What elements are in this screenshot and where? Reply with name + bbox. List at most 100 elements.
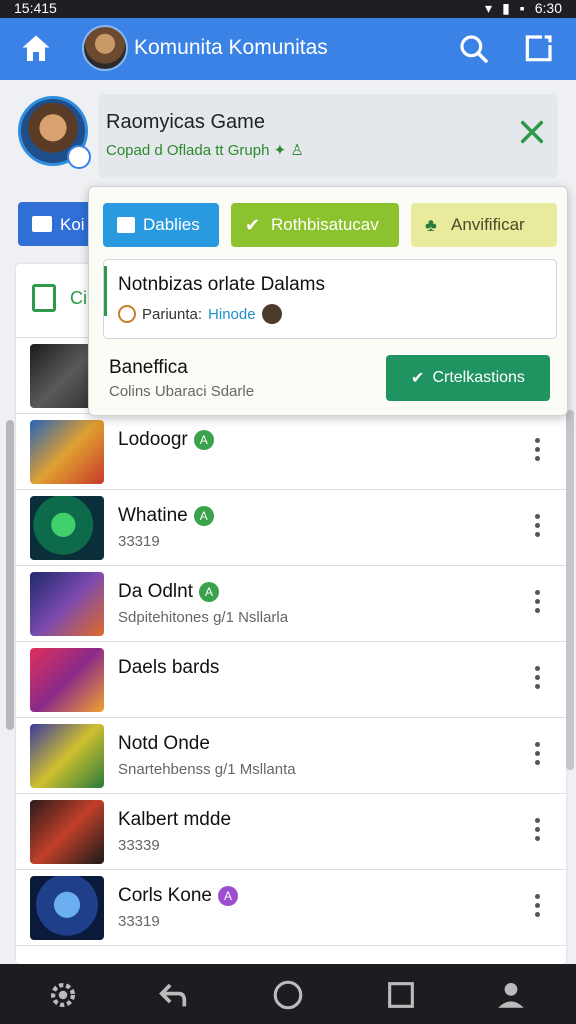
chip-label: Rothbisatucav (271, 215, 379, 234)
check-icon: ✔ (411, 370, 425, 387)
game-subtitle: 33319 (118, 913, 160, 930)
verified-badge-icon: A (198, 582, 219, 602)
status-clock: 6:30 (534, 0, 562, 16)
list-item[interactable]: Da Odlnt A Sdpitehitones g/1 Nsllarla (16, 566, 566, 642)
game-title: Corls Kone A (118, 885, 238, 907)
status-time: 15:415 (14, 0, 57, 16)
game-title: Da Odlnt A (118, 581, 219, 603)
game-thumbnail (30, 572, 104, 636)
battery-icon: ▪ (519, 0, 525, 16)
game-name: Notd Onde (118, 733, 210, 754)
wifi-icon: ▾ (485, 0, 493, 16)
confirm-label: Crtelkastions (432, 369, 525, 386)
footer-subtitle: Colins Ubaraci Sdarle (109, 383, 255, 400)
game-thumbnail (30, 876, 104, 940)
list-item[interactable]: Corls Kone A 33319 (16, 870, 566, 946)
bottom-nav (0, 964, 576, 1024)
game-title: Kalbert mdde (118, 809, 231, 831)
community-avatar[interactable] (82, 25, 128, 71)
signal-icon: ▮ (502, 0, 510, 16)
game-subtitle: Snartehbenss g/1 Msllanta (118, 761, 296, 778)
list-header-label: Ci (70, 288, 87, 308)
game-title: Whatine A (118, 505, 214, 527)
meta-highlight[interactable]: Hinode (208, 306, 256, 323)
more-options-icon[interactable] (534, 590, 542, 616)
chip-label: Anvifificar (451, 215, 525, 234)
more-options-icon[interactable] (534, 818, 542, 844)
verified-badge-icon: A (193, 430, 214, 450)
game-name: Lodoogr (118, 429, 188, 450)
profile-card[interactable]: Raomyicas Game Copad d Oflada tt Gruph ✦… (98, 94, 558, 178)
list-item[interactable]: Whatine A 33319 (16, 490, 566, 566)
notification-card[interactable]: Notnbizas orlate Dalams Pariunta: Hinode (103, 259, 557, 339)
status-bar: 15:415 ▾ ▮ ▪ 6:30 (0, 0, 576, 18)
game-name: Whatine (118, 505, 188, 526)
list-item[interactable]: Lodoogr A (16, 414, 566, 490)
game-thumbnail (30, 800, 104, 864)
list-item[interactable]: Daels bards (16, 642, 566, 718)
game-subtitle: Sdpitehitones g/1 Nsllarla (118, 609, 289, 626)
left-scrollbar[interactable] (6, 420, 14, 730)
clock-badge-icon (67, 145, 91, 169)
back-icon[interactable] (156, 978, 190, 1012)
game-thumbnail (30, 648, 104, 712)
footer-title: Baneffica (109, 357, 188, 378)
card-icon (117, 217, 135, 233)
verified-badge-icon: A (193, 506, 214, 526)
action-popup: Dablies ✔ Rothbisatucav ♣ Anvifificar No… (88, 186, 568, 416)
mail-icon (32, 216, 52, 232)
more-options-icon[interactable] (534, 514, 542, 540)
profile-avatar[interactable] (18, 96, 91, 169)
app-title: Komunita Komunitas (134, 36, 328, 59)
game-subtitle: 33339 (118, 837, 160, 854)
app-bar: Komunita Komunitas (0, 18, 576, 80)
profile-name: Raomyicas Game (106, 111, 265, 133)
game-thumbnail (30, 724, 104, 788)
chip-label: Dablies (143, 215, 200, 234)
system-indicators: ▾ ▮ ▪ 6:30 (485, 0, 562, 16)
game-name: Da Odlnt (118, 581, 193, 602)
chip-dablies[interactable]: Dablies (103, 203, 219, 247)
side-action-label: Koi (60, 215, 85, 234)
verified-badge-icon: A (218, 886, 238, 906)
game-title: Daels bards (118, 657, 219, 679)
bag-icon (32, 284, 56, 312)
more-options-icon[interactable] (534, 894, 542, 920)
profile-subtitle: Copad d Oflada tt Gruph ✦ ♙ (106, 141, 304, 159)
game-title: Lodoogr A (118, 429, 214, 451)
more-options-icon[interactable] (534, 438, 542, 464)
confirm-button[interactable]: ✔ Crtelkastions (386, 355, 550, 401)
profile-icon[interactable] (494, 978, 528, 1012)
home-circle-icon[interactable] (271, 978, 305, 1012)
check-icon: ✔ (245, 215, 261, 235)
meta-prefix: Pariunta: (142, 305, 203, 323)
plant-icon: ♣ (425, 215, 437, 235)
game-name: Daels bards (118, 657, 220, 678)
settings-gear-icon[interactable] (46, 978, 80, 1012)
accent-bar (104, 266, 107, 316)
home-icon[interactable] (18, 31, 54, 67)
user-avatar (261, 304, 282, 324)
list-item[interactable]: Notd Onde Snartehbenss g/1 Msllanta (16, 718, 566, 794)
info-icon (118, 305, 136, 323)
list-item[interactable]: Kalbert mdde 33339 (16, 794, 566, 870)
game-thumbnail (30, 496, 104, 560)
chip-rothbisatucav[interactable]: ✔ Rothbisatucav (231, 203, 399, 247)
recent-apps-icon[interactable] (384, 978, 418, 1012)
more-options-icon[interactable] (534, 666, 542, 692)
game-thumbnail (30, 420, 104, 484)
game-title: Notd Onde (118, 733, 210, 755)
notification-meta: Pariunta: Hinode (118, 304, 282, 324)
notification-title: Notnbizas orlate Dalams (118, 274, 325, 295)
game-name: Kalbert mdde (118, 809, 232, 830)
tools-icon[interactable] (518, 118, 546, 146)
profile-subtitle-text: Copad d Oflada tt Gruph (106, 142, 270, 159)
right-scrollbar[interactable] (566, 410, 574, 770)
more-options-icon[interactable] (534, 742, 542, 768)
profile-emoji: ✦ ♙ (273, 142, 304, 159)
search-icon[interactable] (458, 33, 490, 65)
side-action-button[interactable]: Koi (18, 202, 98, 246)
chip-anvifificar[interactable]: ♣ Anvifificar (411, 203, 557, 247)
edit-icon[interactable] (522, 33, 554, 65)
game-subtitle: 33319 (118, 533, 160, 550)
